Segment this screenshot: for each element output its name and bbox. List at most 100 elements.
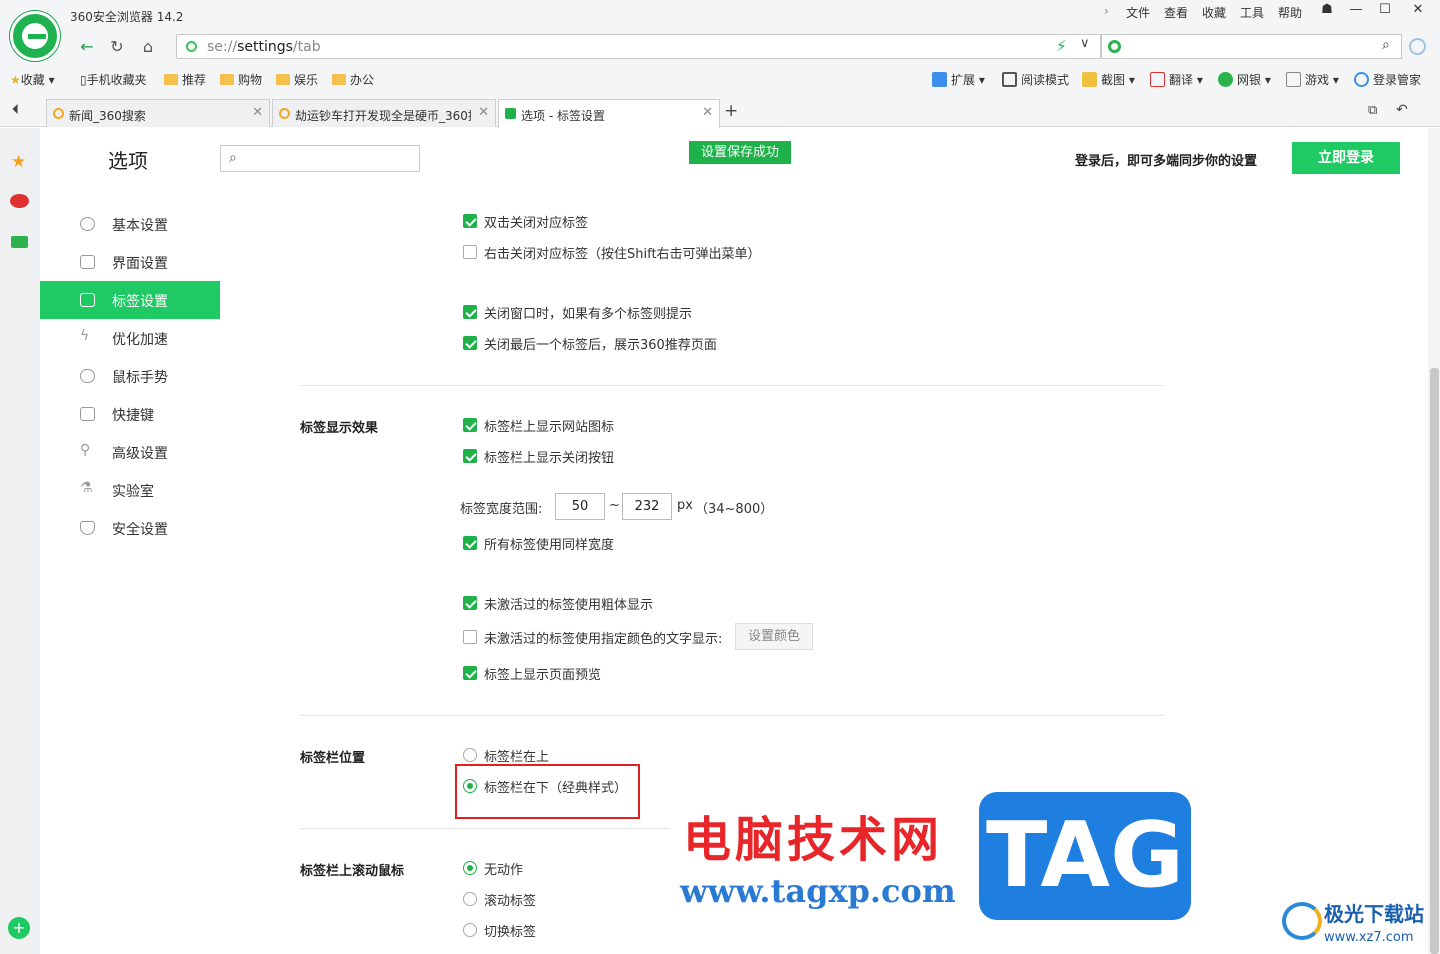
folder-icon xyxy=(220,74,234,85)
new-tab-button[interactable]: + xyxy=(724,101,738,121)
add-app-icon[interactable]: + xyxy=(8,917,30,939)
menu-file[interactable]: 文件 xyxy=(1126,4,1150,21)
switch-tabs-radio[interactable] xyxy=(463,923,477,937)
section-divider xyxy=(300,715,1164,716)
translate-button[interactable]: 翻译 ▾ xyxy=(1150,71,1203,88)
login-manager-button[interactable]: 登录管家 xyxy=(1354,71,1421,88)
tab-news[interactable]: 新闻_360搜索 ✕ xyxy=(46,99,270,127)
scroll-none-radio[interactable] xyxy=(463,861,477,875)
tab-search[interactable]: 劫运钞车打开发现全是硬币_360搜索✕ xyxy=(272,99,496,127)
screenshot-button[interactable]: 截图 ▾ xyxy=(1082,71,1135,88)
sidebar-item-advanced[interactable]: ⚲ 高级设置 xyxy=(40,433,220,471)
address-text[interactable]: se://settings/tab xyxy=(207,39,321,55)
display-section-title: 标签显示效果 xyxy=(300,421,379,436)
watermark-site2-url: www.xz7.com xyxy=(1324,930,1414,945)
show-360-page-checkbox[interactable] xyxy=(463,336,477,350)
folder-shopping[interactable]: 购物 xyxy=(220,71,262,88)
highlight-box xyxy=(455,764,640,819)
bank-button[interactable]: 网银 ▾ xyxy=(1218,71,1271,88)
sidebar-item-security[interactable]: 安全设置 xyxy=(40,509,220,547)
sidebar-toggle-icon[interactable]: ⏴ xyxy=(12,102,19,118)
page-preview-checkbox[interactable] xyxy=(463,666,477,680)
sidebar-item-tabs[interactable]: 标签设置 xyxy=(40,281,220,319)
color-inactive-checkbox[interactable] xyxy=(463,630,477,644)
login-button[interactable]: 立即登录 xyxy=(1292,142,1400,174)
menu-favorites[interactable]: 收藏 xyxy=(1202,4,1226,21)
sidebar-item-speed[interactable]: ϟ 优化加速 xyxy=(40,319,220,357)
sidebar-item-shortcuts[interactable]: 快捷键 xyxy=(40,395,220,433)
sidebar-item-interface[interactable]: 界面设置 xyxy=(40,243,220,281)
scroll-tabs-radio[interactable] xyxy=(463,892,477,906)
right-click-close-checkbox[interactable] xyxy=(463,245,477,259)
tab-icon xyxy=(80,293,95,307)
shield-icon xyxy=(80,521,95,535)
minimize-button[interactable]: — xyxy=(1343,2,1369,22)
skin-icon[interactable]: ☗ xyxy=(1314,2,1340,22)
close-tab-icon[interactable]: ✕ xyxy=(252,105,263,120)
scissors-icon xyxy=(1082,72,1097,87)
watermark-tag-logo: TAG xyxy=(979,792,1191,920)
close-window-prompt-checkbox[interactable] xyxy=(463,305,477,319)
side-strip xyxy=(0,128,40,954)
tabbar-top-label: 标签栏在上 xyxy=(484,750,550,765)
bold-inactive-label: 未激活过的标签使用粗体显示 xyxy=(484,598,654,613)
reload-icon[interactable]: ↻ xyxy=(104,36,130,58)
favorites-star-icon[interactable]: ★ xyxy=(11,152,26,172)
360-search-logo-icon[interactable] xyxy=(1108,40,1121,53)
options-search-input[interactable]: ⌕ xyxy=(220,145,420,172)
sidebar-item-lab[interactable]: ⚗ 实验室 xyxy=(40,471,220,509)
folder-recommend[interactable]: 推荐 xyxy=(164,71,206,88)
favorites-button[interactable]: ★收藏 ▾ xyxy=(10,71,55,88)
watermark-text: 电脑技术网 xyxy=(683,812,944,868)
tab-list-icon[interactable]: ⧉ xyxy=(1368,103,1377,118)
reading-mode-button[interactable]: 阅读模式 xyxy=(1002,71,1069,88)
address-dropdown-icon[interactable]: ∨ xyxy=(1080,36,1090,51)
sidebar-item-basic[interactable]: 基本设置 xyxy=(40,205,220,243)
folder-office[interactable]: 办公 xyxy=(332,71,374,88)
watermark-url: www.tagxp.com xyxy=(680,872,956,910)
close-tab-icon[interactable]: ✕ xyxy=(702,105,713,120)
folder-entertainment[interactable]: 娱乐 xyxy=(276,71,318,88)
menu-view[interactable]: 查看 xyxy=(1164,4,1188,21)
bold-inactive-checkbox[interactable] xyxy=(463,596,477,610)
extensions-button[interactable]: 扩展 ▾ xyxy=(932,71,985,88)
double-click-close-label: 双击关闭对应标签 xyxy=(484,216,589,231)
menu-tools[interactable]: 工具 xyxy=(1240,4,1264,21)
search-engine-box[interactable] xyxy=(1101,34,1402,59)
show-close-button-checkbox[interactable] xyxy=(463,449,477,463)
browser-logo-icon[interactable] xyxy=(10,11,60,61)
close-tab-icon[interactable]: ✕ xyxy=(478,105,489,120)
back-arrow-icon[interactable]: ← xyxy=(74,36,100,58)
sync-icon[interactable] xyxy=(1409,38,1426,55)
scrollbar-thumb[interactable] xyxy=(1430,368,1439,954)
weibo-icon[interactable] xyxy=(10,194,29,208)
tabbar-top-radio[interactable] xyxy=(463,748,477,762)
360-search-icon xyxy=(53,108,64,119)
speed-mode-icon[interactable]: ⚡ xyxy=(1056,37,1067,55)
search-icon[interactable]: ⌕ xyxy=(1382,37,1390,53)
tab-width-min-input[interactable]: 50 xyxy=(555,493,605,520)
close-window-button[interactable]: ✕ xyxy=(1405,2,1431,22)
mouse-icon xyxy=(80,369,95,383)
mail-icon[interactable] xyxy=(11,236,28,248)
undo-close-icon[interactable]: ↶ xyxy=(1396,102,1408,118)
double-click-close-checkbox[interactable] xyxy=(463,214,477,228)
tab-width-max-input[interactable]: 232 xyxy=(622,493,672,520)
menu-help[interactable]: 帮助 xyxy=(1278,4,1302,21)
section-divider xyxy=(300,828,670,829)
color-inactive-label: 未激活过的标签使用指定颜色的文字显示: xyxy=(484,632,723,647)
home-icon[interactable]: ⌂ xyxy=(135,36,161,58)
show-site-icon-checkbox[interactable] xyxy=(463,418,477,432)
set-color-button[interactable]: 设置颜色 xyxy=(735,623,813,650)
menu-collapse-icon[interactable]: › xyxy=(1104,4,1109,18)
star-icon: ★ xyxy=(10,73,21,87)
maximize-button[interactable]: ☐ xyxy=(1372,2,1398,22)
mobile-favorites[interactable]: ▯手机收藏夹 xyxy=(80,71,147,88)
position-section-title: 标签栏位置 xyxy=(300,751,366,766)
tab-width-unit: px xyxy=(677,498,693,513)
sidebar-item-gestures[interactable]: 鼠标手势 xyxy=(40,357,220,395)
save-success-toast: 设置保存成功 xyxy=(689,141,791,164)
games-button[interactable]: 游戏 ▾ xyxy=(1286,71,1339,88)
same-width-checkbox[interactable] xyxy=(463,536,477,550)
tab-settings[interactable]: 选项 - 标签设置 ✕ xyxy=(498,99,720,128)
